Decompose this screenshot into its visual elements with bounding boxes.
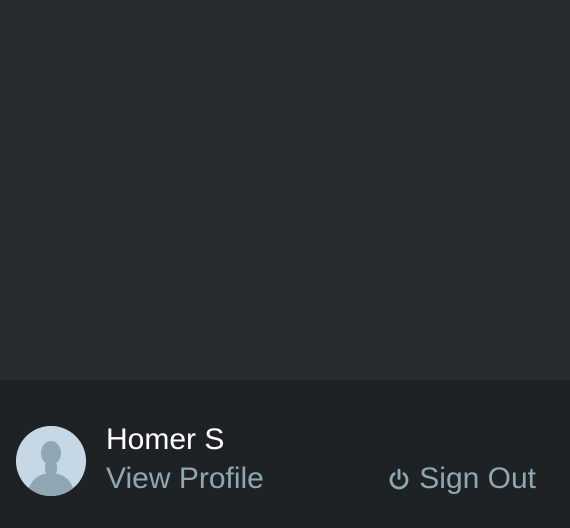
power-icon <box>387 467 411 491</box>
user-silhouette-icon <box>16 426 86 496</box>
user-name: Homer S <box>106 423 225 456</box>
avatar <box>16 426 86 496</box>
user-footer: Homer S View Profile Sign Out <box>0 380 570 528</box>
sign-out-label: Sign Out <box>419 462 536 495</box>
view-profile-link[interactable]: View Profile <box>106 461 264 497</box>
main-content-area <box>0 0 570 380</box>
sign-out-button[interactable]: Sign Out <box>387 461 536 497</box>
